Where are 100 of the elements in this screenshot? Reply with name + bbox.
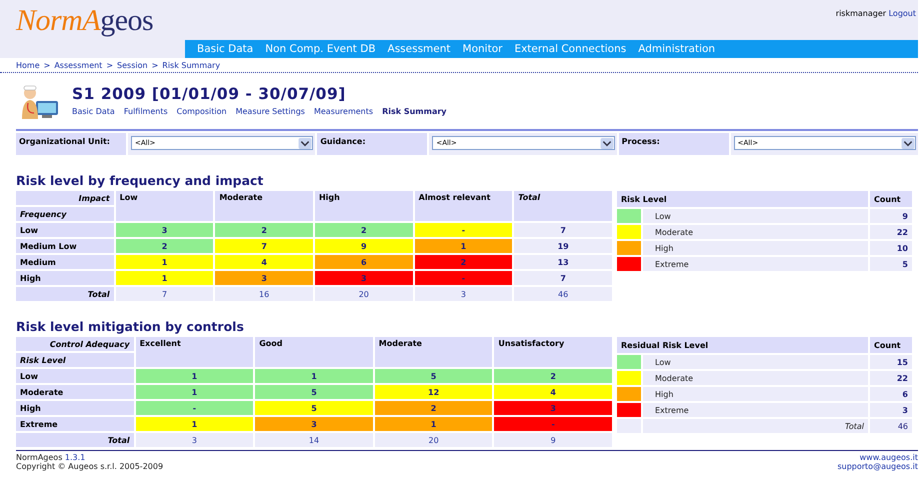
risk-cell: 2 (374, 401, 492, 415)
footer-link[interactable]: www.augeos.it (860, 453, 918, 462)
totals-label: Total (16, 433, 134, 447)
breadcrumb-separator: > (152, 61, 158, 70)
legend-count: 5 (870, 257, 912, 271)
risk-cell: 2 (116, 239, 214, 253)
legend-label: Extreme (643, 403, 868, 417)
risk-cell: 2 (494, 369, 612, 383)
risk-cell: 5 (255, 401, 373, 415)
risk-cell: 1 (136, 385, 254, 399)
legend-label: Extreme (643, 257, 868, 271)
risk-cell: 3 (215, 271, 313, 285)
row-header: Low (16, 223, 114, 237)
dropdown-arrow-icon (298, 138, 312, 148)
breadcrumb-separator: > (44, 61, 50, 70)
column-total: 3 (414, 287, 512, 301)
row-header: Medium (16, 255, 114, 269)
legend-count: 6 (870, 387, 912, 401)
dropdown-arrow-icon (900, 138, 915, 148)
filter-label: Guidance: (317, 133, 428, 155)
subtab[interactable]: Risk Summary (382, 107, 447, 116)
column-header: Unsatisfactory (494, 337, 612, 367)
row-total: 7 (514, 223, 612, 237)
column-total: 14 (255, 433, 373, 447)
column-total: 20 (314, 287, 413, 301)
risk-cell: 5 (255, 385, 373, 399)
risk-cell: 2 (414, 255, 512, 269)
legend-label: High (643, 387, 868, 401)
risk-cell: 1 (116, 271, 214, 285)
count-header: Count (870, 191, 912, 207)
section-heading: Risk level mitigation by controls (16, 319, 245, 334)
row-axis-label: Risk Level (16, 353, 134, 367)
legend-count: 10 (870, 241, 912, 255)
breadcrumb-link[interactable]: Risk Summary (162, 61, 220, 70)
legend-count: 3 (870, 403, 912, 417)
risk-cell: 4 (215, 255, 313, 269)
legend-count: 22 (870, 371, 912, 385)
subtab[interactable]: Measure Settings (236, 107, 305, 116)
legend-label: High (643, 241, 868, 255)
risk-cell: - (414, 271, 512, 285)
legend-label: Low (643, 355, 868, 369)
column-total: 3 (136, 433, 254, 447)
row-header: Moderate (16, 385, 134, 399)
legend-count: 9 (870, 209, 912, 223)
column-total: 16 (215, 287, 313, 301)
column-header: Moderate (215, 191, 313, 221)
risk-cell: - (136, 401, 254, 415)
page-title: S1 2009 [01/01/09 - 30/07/09] (72, 85, 347, 103)
legend-header: Residual Risk Level (617, 337, 868, 353)
row-axis-label: Frequency (16, 207, 114, 221)
filter-label: Organizational Unit: (16, 133, 126, 155)
totals-label: Total (16, 287, 114, 301)
subtab[interactable]: Composition (176, 107, 227, 116)
row-header: Extreme (16, 417, 134, 431)
column-header: Almost relevant (414, 191, 512, 221)
risk-cell: 1 (374, 417, 492, 431)
column-header: Good (255, 337, 373, 367)
column-axis-label: Control Adequacy (16, 337, 134, 351)
legend-total: 46 (870, 419, 912, 433)
risk-cell: 1 (414, 239, 512, 253)
column-total: 7 (116, 287, 214, 301)
column-header: High (314, 191, 413, 221)
footer-link[interactable]: supporto@augeos.it (837, 462, 918, 471)
logout-link[interactable]: Logout (888, 9, 916, 18)
risk-cell: 4 (494, 385, 612, 399)
risk-cell: - (494, 417, 612, 431)
column-total: 9 (494, 433, 612, 447)
column-total: 46 (514, 287, 612, 301)
subtab[interactable]: Fulfilments (124, 107, 168, 116)
dropdown-arrow-icon (600, 138, 614, 148)
risk-cell: 3 (116, 223, 214, 237)
legend-label: Moderate (643, 371, 868, 385)
risk-cell: 3 (314, 271, 413, 285)
legend-total-label: Total (643, 419, 868, 433)
legend-count: 22 (870, 225, 912, 239)
legend-label: Low (643, 209, 868, 223)
risk-cell: 5 (374, 369, 492, 383)
subtab[interactable]: Measurements (314, 107, 374, 116)
column-header: Moderate (374, 337, 492, 367)
risk-cell: - (414, 223, 512, 237)
breadcrumb-separator: > (106, 61, 114, 70)
column-header: Low (116, 191, 214, 221)
logo[interactable]: NormAgeos (0, 0, 185, 40)
version-text: NormAgeos 1.3.1 (16, 453, 86, 462)
row-header: Low (16, 369, 134, 383)
row-header: High (16, 271, 114, 285)
breadcrumb-link[interactable]: Session (117, 61, 148, 70)
risk-cell: 2 (314, 223, 413, 237)
row-total: 7 (514, 271, 612, 285)
subtab[interactable]: Basic Data (72, 107, 115, 116)
risk-cell: 9 (314, 239, 413, 253)
row-header: Medium Low (16, 239, 114, 253)
breadcrumb-link[interactable]: Assessment (54, 61, 102, 70)
column-total: 20 (374, 433, 492, 447)
legend-count: 15 (870, 355, 912, 369)
risk-cell: 3 (494, 401, 612, 415)
risk-cell: 6 (314, 255, 413, 269)
legend-header: Risk Level (617, 191, 868, 207)
breadcrumb-link[interactable]: Home (16, 61, 40, 70)
column-axis-label: Impact (16, 191, 114, 205)
